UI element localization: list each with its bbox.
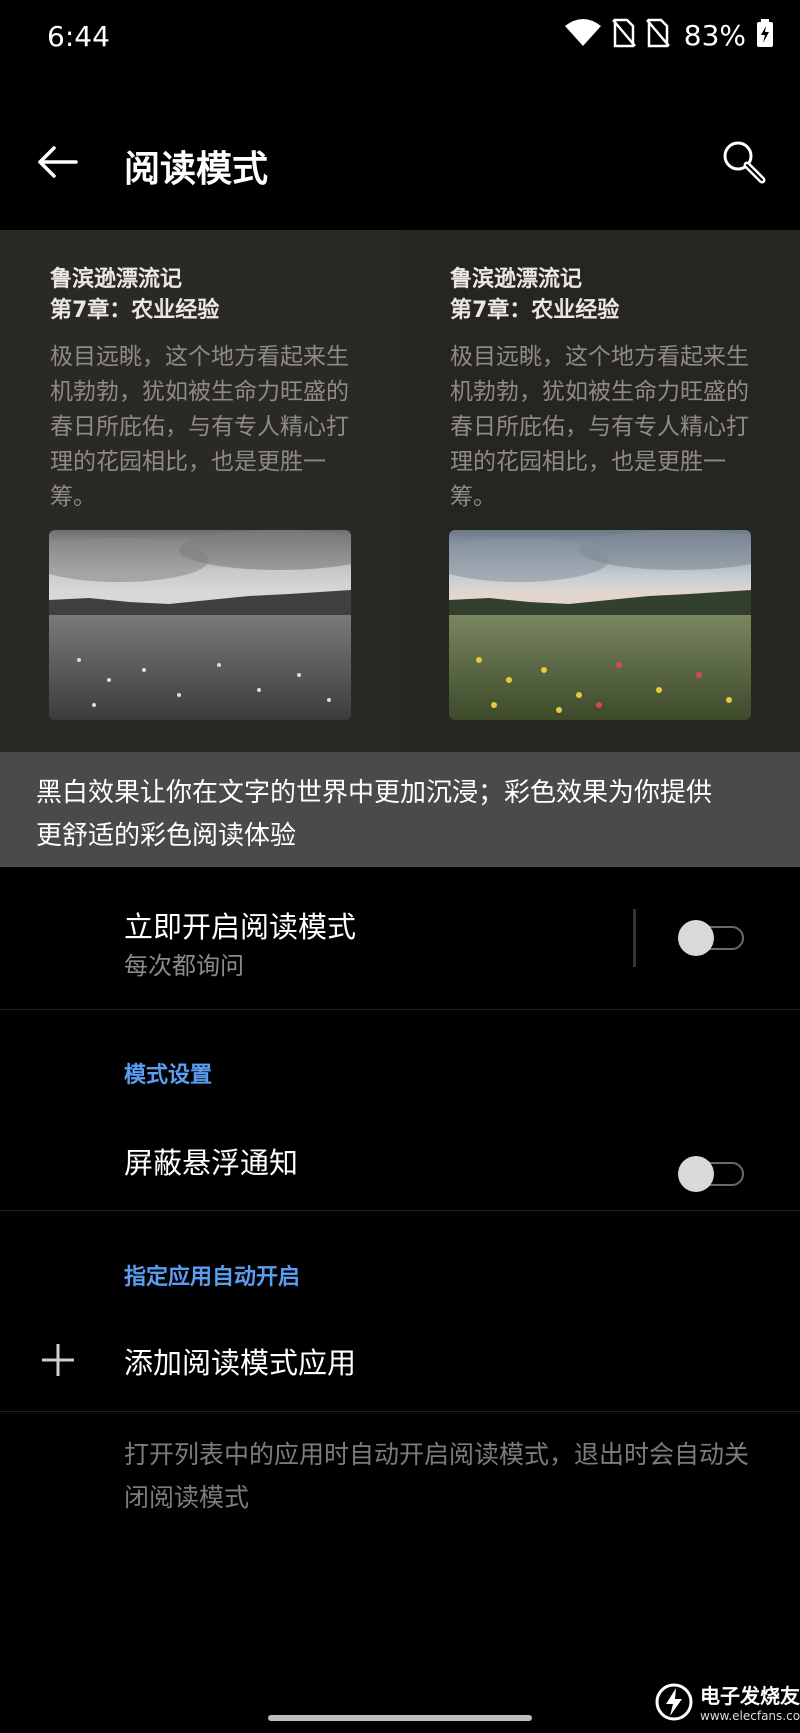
divider — [0, 1009, 800, 1010]
instant-reading-toggle[interactable] — [678, 920, 746, 956]
app-bar: 阅读模式 — [0, 120, 800, 210]
add-app-row[interactable]: 添加阅读模式应用 — [0, 1310, 800, 1410]
status-bar: 6:44 83% — [0, 0, 800, 76]
info-banner-line2: 更舒适的彩色阅读体验 — [36, 821, 297, 851]
block-notifications-title: 屏蔽悬浮通知 — [124, 1146, 299, 1180]
watermark-title: 电子发烧友 — [700, 1684, 800, 1708]
info-banner-line1: 黑白效果让你在文字的世界中更加沉浸；彩色效果为你提供 — [36, 778, 713, 808]
arrow-left-icon — [38, 146, 78, 178]
auto-apps-footnote: 打开列表中的应用时自动开启阅读模式，退出时会自动关闭阅读模式 — [124, 1440, 750, 1512]
row-vertical-divider — [633, 909, 636, 967]
battery-percentage: 83% — [683, 18, 746, 52]
plus-icon — [40, 1342, 76, 1378]
status-time: 6:44 — [47, 20, 110, 53]
watermark-logo-icon — [655, 1683, 693, 1720]
preview-grayscale: 鲁滨逊漂流记 第7章：农业经验 极目远眺，这个地方看起来生机勃勃，犹如被生命力旺… — [0, 230, 400, 752]
block-notifications-toggle[interactable] — [678, 1156, 746, 1192]
wifi-icon — [564, 18, 602, 52]
home-indicator[interactable] — [268, 1715, 532, 1721]
preview-heading: 鲁滨逊漂流记 第7章：农业经验 — [450, 264, 619, 326]
watermark-text: 电子发烧友 www.elecfans.com — [700, 1680, 800, 1723]
page-title: 阅读模式 — [124, 149, 269, 190]
status-icons: 83% — [564, 18, 774, 52]
auto-apps-header: 指定应用自动开启 — [124, 1265, 301, 1290]
watermark-url: www.elecfans.com — [700, 1709, 800, 1723]
toggle-knob — [678, 920, 714, 956]
preview-color: 鲁滨逊漂流记 第7章：农业经验 极目远眺，这个地方看起来生机勃勃，犹如被生命力旺… — [400, 230, 800, 752]
divider — [0, 1411, 800, 1412]
reading-mode-preview: 鲁滨逊漂流记 第7章：农业经验 极目远眺，这个地方看起来生机勃勃，犹如被生命力旺… — [0, 230, 800, 752]
instant-reading-row[interactable]: 立即开启阅读模式 每次都询问 — [0, 867, 800, 1009]
no-sim-icon — [611, 18, 636, 52]
back-button[interactable] — [34, 140, 86, 184]
block-notifications-row[interactable]: 屏蔽悬浮通知 — [0, 1110, 800, 1210]
instant-reading-title: 立即开启阅读模式 — [124, 910, 357, 944]
search-button[interactable] — [720, 138, 768, 186]
watermark: 电子发烧友 www.elecfans.com — [654, 1680, 800, 1723]
search-icon — [723, 141, 766, 184]
toggle-knob — [678, 1156, 714, 1192]
preview-body-text: 极目远眺，这个地方看起来生机勃勃，犹如被生命力旺盛的春日所庇佑，与有专人精心打理… — [50, 344, 349, 510]
divider — [0, 1210, 800, 1211]
info-banner: 黑白效果让你在文字的世界中更加沉浸；彩色效果为你提供 更舒适的彩色阅读体验 — [0, 752, 800, 867]
preview-body-text: 极目远眺，这个地方看起来生机勃勃，犹如被生命力旺盛的春日所庇佑，与有专人精心打理… — [450, 344, 749, 510]
battery-charging-icon — [756, 18, 774, 52]
preview-book-title: 鲁滨逊漂流记 — [50, 267, 183, 292]
grayscale-meadow-photo — [49, 530, 351, 720]
preview-heading: 鲁滨逊漂流记 第7章：农业经验 — [50, 264, 219, 326]
mode-settings-header: 模式设置 — [124, 1063, 213, 1088]
preview-chapter: 第7章：农业经验 — [450, 298, 620, 323]
color-meadow-photo — [449, 530, 751, 720]
preview-book-title: 鲁滨逊漂流记 — [450, 267, 583, 292]
instant-reading-subtitle: 每次都询问 — [124, 952, 244, 980]
no-sim-icon — [645, 18, 670, 52]
add-app-title: 添加阅读模式应用 — [124, 1346, 357, 1380]
preview-chapter: 第7章：农业经验 — [50, 298, 220, 323]
